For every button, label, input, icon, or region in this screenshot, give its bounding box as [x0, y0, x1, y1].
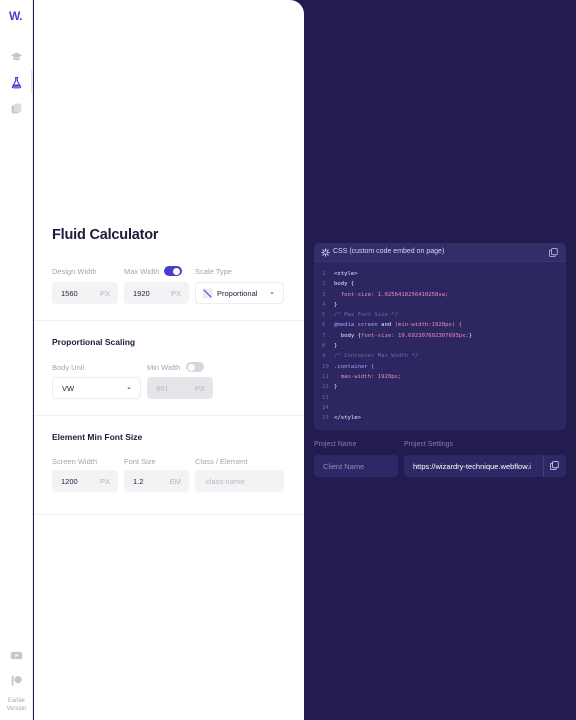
chevron-down-icon: ⌄: [269, 289, 275, 296]
project-settings-label: Project Settings: [404, 441, 454, 448]
code-body[interactable]: 1 <style> 2 body { 3 font-size: 1.02564102…: [322, 269, 472, 423]
design-width-label: Design Width: [52, 267, 97, 276]
project-name-input[interactable]: Client Name: [314, 455, 398, 477]
min-width-toggle[interactable]: [186, 362, 204, 372]
screen-width-label: Screen Width: [52, 457, 98, 466]
min-width-input[interactable]: 991 PX: [147, 377, 213, 399]
code-line: 9/* Container Max Width */: [322, 353, 419, 360]
code-line: 15 </style>: [322, 415, 361, 422]
scale-type-label: Scale Type: [195, 267, 232, 276]
divider: [543, 455, 544, 477]
divider: [34, 415, 304, 416]
max-width-input[interactable]: 1920 PX: [124, 282, 189, 304]
page-title: Fluid Calculator: [52, 227, 159, 243]
active-indicator: [31, 70, 33, 94]
body-unit-label: Body Unit: [52, 363, 85, 372]
code-line: 14: [322, 404, 329, 411]
youtube-icon[interactable]: [10, 649, 23, 662]
code-line: 13: [322, 394, 329, 401]
sidebar: W. Earlier Version: [0, 0, 33, 720]
calculator-panel: Fluid Calculator Design Width 1560 PX Ma…: [34, 0, 304, 720]
code-line: 8}: [322, 343, 338, 350]
copy-settings-icon[interactable]: [550, 461, 559, 470]
code-line: 5/* Max Font Size */: [322, 312, 398, 319]
proportional-icon: [202, 288, 213, 299]
flask-icon[interactable]: [10, 76, 23, 89]
class-element-input[interactable]: .class-name: [195, 470, 284, 492]
proportional-scaling-title: Proportional Scaling: [52, 337, 136, 347]
divider: [34, 514, 304, 515]
chevron-down-icon: ⌄: [126, 384, 132, 391]
code-title: CSS (custom code embed on page): [333, 248, 445, 255]
design-width-input[interactable]: 1560 PX: [52, 282, 118, 304]
copy-code-icon[interactable]: [549, 248, 558, 257]
copy-icon[interactable]: [10, 102, 23, 115]
code-line: 4}: [322, 301, 338, 308]
code-line: 11 max-width: 1920px;: [322, 373, 402, 380]
project-name-label: Project Name: [314, 441, 357, 448]
code-line: 7 body {font-size: 19.692307692307693px;…: [322, 332, 473, 339]
code-line: 1 <style>: [322, 271, 358, 277]
code-line: 6 @media screen and (min-width:1920px) {: [322, 322, 462, 329]
element-min-font-size-title: Element Min Font Size: [52, 432, 143, 442]
code-line: 10 .container {: [322, 363, 375, 370]
code-line: 3 font-size: 1.0256410256410258vw;: [322, 291, 449, 298]
scale-type-select[interactable]: Proportional ⌄: [195, 282, 284, 304]
max-width-label: Max Width: [124, 267, 160, 276]
code-line: 2 body {: [322, 281, 355, 288]
patreon-icon[interactable]: [10, 674, 23, 687]
font-size-input[interactable]: 1.2 EM: [124, 470, 189, 492]
screen-width-input[interactable]: 1200 PX: [52, 470, 118, 492]
font-size-label: Font Size: [124, 457, 156, 466]
graduation-cap-icon[interactable]: [10, 50, 23, 63]
code-line: 12}: [322, 384, 338, 391]
max-width-toggle[interactable]: [164, 266, 182, 276]
divider: [34, 320, 304, 321]
class-element-label: Class / Element: [195, 457, 248, 466]
gear-icon: [321, 248, 330, 257]
earlier-version-link[interactable]: Earlier Version: [0, 697, 33, 713]
project-settings-input[interactable]: https://wizardry-technique.webflow.i: [404, 455, 566, 477]
min-width-label: Min Width: [147, 363, 181, 372]
css-code-panel: CSS (custom code embed on page) 1 <style>…: [314, 243, 566, 430]
code-header: CSS (custom code embed on page): [314, 243, 566, 262]
logo[interactable]: W.: [9, 9, 23, 23]
body-unit-select[interactable]: VW ⌄: [52, 377, 141, 399]
